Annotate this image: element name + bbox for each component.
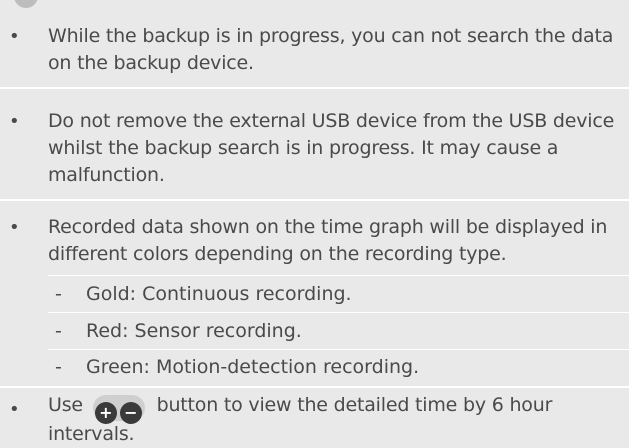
bullet-3: •	[9, 217, 20, 238]
sub-item-3-dash: -	[55, 356, 62, 378]
divider-1	[0, 87, 629, 89]
note-icon-fragment	[14, 0, 38, 8]
note-4-text: Use + − button to view the detailed time …	[48, 392, 623, 448]
sub-item-gold: Gold: Continuous recording.	[86, 283, 352, 305]
minus-icon: −	[119, 402, 142, 424]
sub-divider-1	[48, 275, 629, 276]
bullet-2: •	[9, 111, 20, 132]
sub-item-2-dash: -	[55, 320, 62, 342]
divider-3	[0, 386, 629, 388]
sub-item-red: Red: Sensor recording.	[86, 320, 302, 342]
sub-divider-3	[48, 349, 629, 350]
divider-2	[0, 199, 629, 201]
sub-item-green: Green: Motion-detection recording.	[86, 356, 420, 378]
note-3-text: Recorded data shown on the time graph wi…	[48, 216, 608, 265]
note-1-text: While the backup is in progress, you can…	[48, 25, 614, 74]
bullet-4: •	[9, 399, 20, 420]
sub-item-1-dash: -	[55, 283, 62, 305]
note-2-text: Do not remove the external USB device fr…	[48, 110, 615, 186]
note-4-text-before: Use	[48, 394, 83, 416]
sub-divider-2	[48, 312, 629, 313]
zoom-buttons-icon: + −	[92, 395, 145, 424]
plus-icon: +	[94, 402, 117, 424]
bullet-1: •	[9, 26, 20, 47]
